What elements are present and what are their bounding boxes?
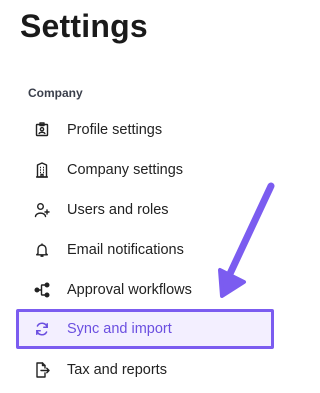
user-plus-icon bbox=[34, 202, 50, 218]
id-badge-icon bbox=[34, 122, 50, 138]
page-title: Settings bbox=[20, 8, 148, 44]
building-icon bbox=[34, 162, 50, 178]
nav-item-profile-settings[interactable]: Profile settings bbox=[20, 110, 274, 150]
bell-icon bbox=[34, 242, 50, 258]
nav-item-label: Profile settings bbox=[67, 122, 163, 138]
nav-item-tax-and-reports[interactable]: Tax and reports bbox=[20, 350, 274, 390]
nav-item-label: Approval workflows bbox=[67, 282, 192, 298]
nav-item-label: Users and roles bbox=[67, 202, 169, 218]
nav-item-sync-and-import[interactable]: Sync and import bbox=[16, 309, 274, 349]
nav-item-label: Sync and import bbox=[67, 321, 172, 337]
callout-arrow bbox=[218, 182, 275, 298]
section-label-company: Company bbox=[28, 86, 83, 100]
file-export-icon bbox=[34, 362, 50, 378]
nav-item-label: Email notifications bbox=[67, 242, 184, 258]
settings-page: Settings Company Profile settings Compan… bbox=[0, 0, 295, 393]
workflow-icon bbox=[34, 282, 50, 298]
sync-icon bbox=[34, 321, 50, 337]
nav-item-label: Company settings bbox=[67, 162, 184, 178]
nav-item-label: Tax and reports bbox=[67, 362, 167, 378]
